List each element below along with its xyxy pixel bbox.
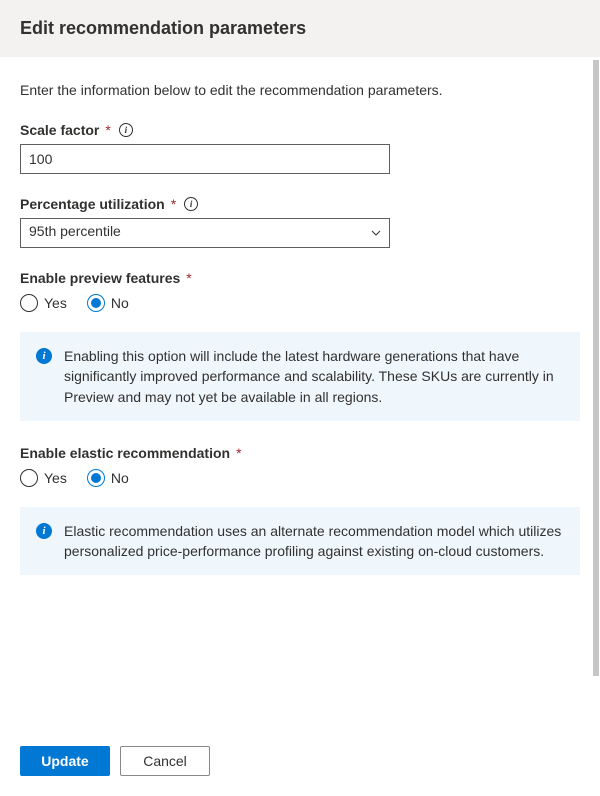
elastic-recommendation-radio-group: Yes No <box>20 469 580 487</box>
radio-label: No <box>111 470 129 486</box>
scale-factor-input[interactable] <box>20 144 390 174</box>
update-button[interactable]: Update <box>20 746 110 776</box>
radio-label: Yes <box>44 470 67 486</box>
field-scale-factor: Scale factor * i <box>20 122 580 174</box>
radio-icon <box>87 469 105 487</box>
percentage-utilization-label-text: Percentage utilization <box>20 196 165 212</box>
field-percentage-utilization: Percentage utilization * i 95th percenti… <box>20 196 580 248</box>
percentage-utilization-label: Percentage utilization * i <box>20 196 580 212</box>
scale-factor-label-text: Scale factor <box>20 122 99 138</box>
preview-features-label: Enable preview features * <box>20 270 580 286</box>
field-elastic-recommendation: Enable elastic recommendation * Yes No <box>20 445 580 487</box>
scale-factor-label: Scale factor * i <box>20 122 580 138</box>
scrollbar[interactable] <box>592 60 599 730</box>
preview-features-radio-no[interactable]: No <box>87 294 129 312</box>
elastic-recommendation-info-text: Elastic recommendation uses an alternate… <box>64 521 564 562</box>
radio-icon <box>20 294 38 312</box>
elastic-recommendation-label: Enable elastic recommendation * <box>20 445 580 461</box>
radio-icon <box>87 294 105 312</box>
radio-dot-icon <box>91 473 101 483</box>
radio-dot-icon <box>91 298 101 308</box>
info-icon: i <box>36 348 52 364</box>
elastic-recommendation-info-box: i Elastic recommendation uses an alterna… <box>20 507 580 576</box>
scrollbar-thumb[interactable] <box>593 60 599 676</box>
elastic-recommendation-radio-yes[interactable]: Yes <box>20 469 67 487</box>
preview-features-radio-group: Yes No <box>20 294 580 312</box>
cancel-button[interactable]: Cancel <box>120 746 210 776</box>
radio-label: Yes <box>44 295 67 311</box>
field-preview-features: Enable preview features * Yes No <box>20 270 580 312</box>
dialog-body: Enter the information below to edit the … <box>0 58 600 732</box>
preview-features-info-text: Enabling this option will include the la… <box>64 346 564 407</box>
intro-text: Enter the information below to edit the … <box>20 82 580 98</box>
percentage-utilization-value: 95th percentile <box>20 218 390 248</box>
info-icon: i <box>36 523 52 539</box>
dialog-title: Edit recommendation parameters <box>20 18 580 39</box>
dialog-footer: Update Cancel <box>0 732 600 796</box>
radio-label: No <box>111 295 129 311</box>
dialog-header: Edit recommendation parameters <box>0 0 600 57</box>
elastic-recommendation-label-text: Enable elastic recommendation <box>20 445 230 461</box>
info-icon[interactable]: i <box>119 123 133 137</box>
percentage-utilization-select[interactable]: 95th percentile <box>20 218 390 248</box>
required-indicator: * <box>105 122 110 138</box>
required-indicator: * <box>236 445 241 461</box>
radio-icon <box>20 469 38 487</box>
preview-features-radio-yes[interactable]: Yes <box>20 294 67 312</box>
preview-features-label-text: Enable preview features <box>20 270 180 286</box>
required-indicator: * <box>186 270 191 286</box>
preview-features-info-box: i Enabling this option will include the … <box>20 332 580 421</box>
required-indicator: * <box>171 196 176 212</box>
info-icon[interactable]: i <box>184 197 198 211</box>
elastic-recommendation-radio-no[interactable]: No <box>87 469 129 487</box>
